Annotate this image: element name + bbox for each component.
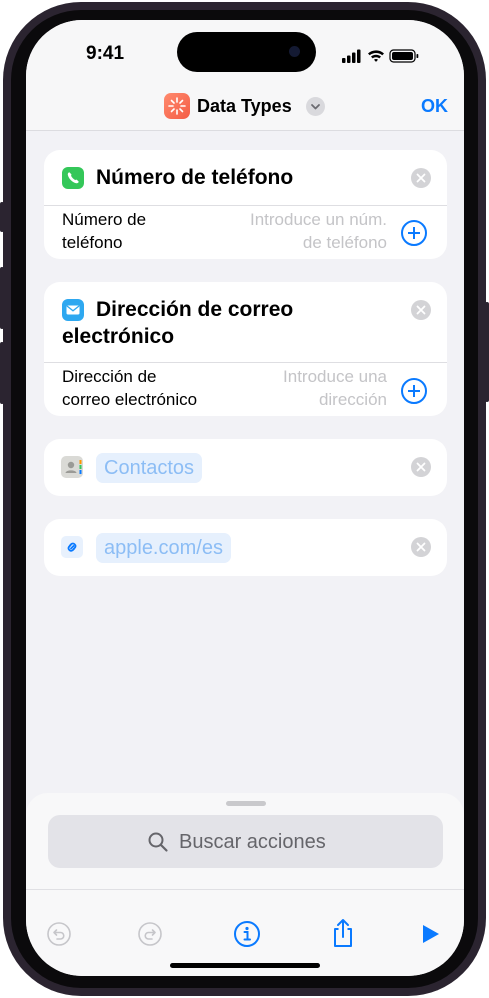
- phone-field-label: Número de teléfono: [62, 208, 146, 254]
- email-address-input[interactable]: Introduce una dirección: [283, 365, 387, 411]
- info-icon[interactable]: [233, 920, 261, 948]
- phone-number-action: Número de teléfono Número de teléfono In…: [44, 150, 447, 259]
- remove-action-icon[interactable]: [411, 300, 431, 320]
- link-icon: [61, 536, 83, 558]
- dynamic-island: [177, 32, 316, 72]
- phone-placeholder-line: Introduce un núm.: [249, 210, 387, 229]
- battery-icon: [389, 49, 419, 63]
- add-email-icon[interactable]: [401, 378, 427, 404]
- undo-icon[interactable]: [46, 921, 72, 947]
- phone-placeholder-line: de teléfono: [302, 233, 387, 252]
- search-icon: [148, 832, 168, 852]
- phone-number-input[interactable]: Introduce un núm. de teléfono: [250, 208, 387, 254]
- email-address-action: Dirección de correo electrónico Direcció…: [44, 282, 447, 416]
- status-time: 9:41: [86, 43, 125, 64]
- camera-icon: [289, 46, 300, 57]
- phone-card-title: Número de teléfono: [96, 166, 294, 189]
- url-action: apple.com/es: [44, 519, 447, 576]
- home-indicator: [170, 963, 320, 968]
- search-actions-field[interactable]: Buscar acciones: [48, 815, 443, 868]
- done-button[interactable]: OK: [421, 96, 448, 117]
- side-button: [485, 302, 489, 402]
- remove-action-icon[interactable]: [411, 537, 431, 557]
- phone-label-line: teléfono: [62, 233, 123, 252]
- email-field-label: Dirección de correo electrónico: [62, 365, 197, 411]
- email-placeholder-line: dirección: [318, 390, 387, 409]
- phone-label-line: Número de: [62, 210, 147, 229]
- share-icon[interactable]: [329, 917, 357, 949]
- play-icon[interactable]: [421, 923, 441, 945]
- contacts-action: Contactos: [44, 439, 447, 496]
- wifi-icon: [368, 50, 384, 62]
- mail-icon: [62, 299, 84, 321]
- volume-down-button: [0, 342, 4, 404]
- toolbar-divider: [26, 889, 464, 890]
- email-card-title-line2: electrónico: [62, 325, 175, 348]
- chevron-down-icon[interactable]: [306, 97, 325, 116]
- add-phone-icon[interactable]: [401, 220, 427, 246]
- divider: [44, 362, 447, 363]
- action-button: [0, 202, 4, 232]
- screen: 9:41 Data Types OK Número de teléfono Nú…: [26, 20, 464, 976]
- contacts-icon: [61, 456, 83, 478]
- remove-action-icon[interactable]: [411, 457, 431, 477]
- status-icons: [342, 49, 419, 63]
- shortcut-title[interactable]: Data Types: [197, 96, 292, 117]
- redo-icon[interactable]: [137, 921, 163, 947]
- email-placeholder-line: Introduce una: [283, 367, 387, 386]
- phone-icon: [62, 167, 84, 189]
- remove-action-icon[interactable]: [411, 168, 431, 188]
- divider: [44, 205, 447, 206]
- email-label-line: Dirección de: [62, 367, 157, 386]
- url-variable[interactable]: apple.com/es: [96, 533, 231, 563]
- email-card-title-line1: Dirección de correo: [96, 298, 294, 321]
- volume-up-button: [0, 267, 4, 329]
- contacts-variable[interactable]: Contactos: [96, 453, 203, 483]
- sheet-grabber[interactable]: [226, 801, 266, 806]
- actions-sheet: Buscar acciones: [26, 793, 464, 976]
- cellular-signal-icon: [342, 49, 361, 63]
- navigation-bar: Data Types OK: [26, 82, 464, 131]
- shortcut-app-icon: [164, 93, 190, 119]
- search-placeholder: Buscar acciones: [179, 831, 326, 853]
- email-label-line: correo electrónico: [62, 390, 198, 409]
